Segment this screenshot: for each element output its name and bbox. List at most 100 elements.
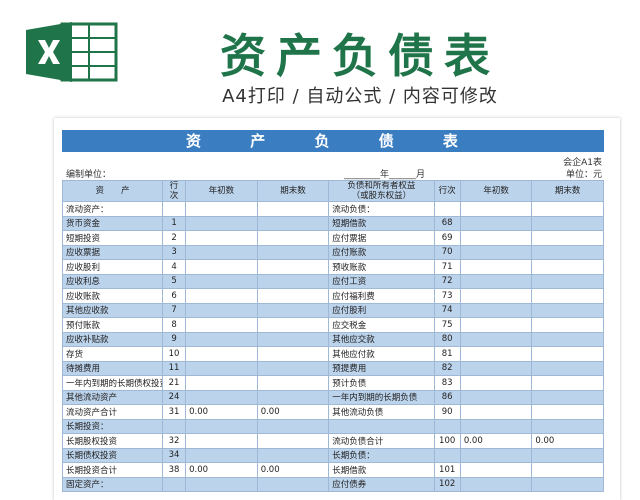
end2-cell[interactable] — [531, 360, 604, 376]
line-cell[interactable]: 6 — [161, 288, 187, 304]
begin2-cell[interactable] — [459, 230, 533, 246]
end-cell[interactable] — [256, 317, 330, 333]
end-cell[interactable] — [256, 346, 330, 362]
line-cell[interactable]: 9 — [161, 331, 187, 347]
end-cell[interactable]: 0.00 — [256, 462, 330, 478]
begin2-cell[interactable] — [459, 389, 533, 405]
asset-cell[interactable]: 其他流动资产 — [62, 389, 163, 405]
end-cell[interactable] — [256, 433, 330, 449]
begin-cell[interactable] — [185, 433, 258, 449]
line2-cell[interactable] — [433, 201, 461, 217]
end2-cell[interactable] — [531, 215, 604, 231]
line-cell[interactable]: 24 — [161, 389, 187, 405]
line-cell[interactable]: 21 — [161, 375, 187, 391]
line-cell[interactable]: 5 — [161, 273, 187, 289]
begin-cell[interactable] — [185, 288, 258, 304]
line-cell[interactable]: 11 — [161, 360, 187, 376]
begin2-cell[interactable] — [459, 288, 533, 304]
asset-cell[interactable]: 短期投资 — [62, 230, 163, 246]
end-cell[interactable] — [256, 418, 330, 434]
liability-cell[interactable]: 应付债券 — [328, 476, 435, 492]
line-cell[interactable]: 38 — [161, 462, 187, 478]
end2-cell[interactable] — [531, 346, 604, 362]
line-cell[interactable]: 31 — [161, 404, 187, 420]
line2-cell[interactable]: 74 — [433, 302, 461, 318]
end-cell[interactable] — [256, 244, 330, 260]
asset-cell[interactable]: 一年内到期的长期债权投资 — [62, 375, 163, 391]
begin2-cell[interactable] — [459, 302, 533, 318]
begin2-cell[interactable] — [459, 462, 533, 478]
line2-cell[interactable]: 83 — [433, 375, 461, 391]
begin2-cell[interactable] — [459, 404, 533, 420]
liability-cell[interactable]: 长期借款 — [328, 462, 435, 478]
asset-cell[interactable]: 存货 — [62, 346, 163, 362]
line-cell[interactable]: 32 — [161, 433, 187, 449]
begin-cell[interactable] — [185, 201, 258, 217]
asset-cell[interactable]: 应收补贴款 — [62, 331, 163, 347]
asset-cell[interactable]: 货币资金 — [62, 215, 163, 231]
line-cell[interactable] — [161, 476, 187, 492]
end2-cell[interactable] — [531, 375, 604, 391]
end-cell[interactable] — [256, 230, 330, 246]
liability-cell[interactable]: 应付票据 — [328, 230, 435, 246]
asset-cell[interactable]: 应收票据 — [62, 244, 163, 260]
liability-cell[interactable]: 流动负债合计 — [328, 433, 435, 449]
line2-cell[interactable]: 81 — [433, 346, 461, 362]
begin-cell[interactable] — [185, 389, 258, 405]
asset-cell[interactable]: 流动资产： — [62, 201, 163, 217]
begin-cell[interactable] — [185, 317, 258, 333]
line-cell[interactable]: 34 — [161, 447, 187, 463]
asset-cell[interactable]: 其他应收款 — [62, 302, 163, 318]
liability-cell[interactable]: 应交税金 — [328, 317, 435, 333]
end-cell[interactable] — [256, 288, 330, 304]
liability-cell[interactable]: 其他应交款 — [328, 331, 435, 347]
begin2-cell[interactable] — [459, 375, 533, 391]
end-cell[interactable] — [256, 476, 330, 492]
end2-cell[interactable] — [531, 331, 604, 347]
liability-cell[interactable]: 应付账款 — [328, 244, 435, 260]
end2-cell[interactable] — [531, 302, 604, 318]
liability-cell[interactable]: 长期负债： — [328, 447, 435, 463]
begin-cell[interactable] — [185, 215, 258, 231]
liability-cell[interactable]: 应付股利 — [328, 302, 435, 318]
end-cell[interactable] — [256, 447, 330, 463]
end2-cell[interactable] — [531, 462, 604, 478]
asset-cell[interactable]: 长期投资： — [62, 418, 163, 434]
asset-cell[interactable]: 应收利息 — [62, 273, 163, 289]
asset-cell[interactable]: 预付账款 — [62, 317, 163, 333]
asset-cell[interactable]: 应收股利 — [62, 259, 163, 275]
end-cell[interactable] — [256, 259, 330, 275]
line-cell[interactable]: 1 — [161, 215, 187, 231]
begin2-cell[interactable] — [459, 273, 533, 289]
end-cell[interactable] — [256, 389, 330, 405]
liability-cell[interactable]: 预提费用 — [328, 360, 435, 376]
end2-cell[interactable]: 0.00 — [531, 433, 604, 449]
begin-cell[interactable] — [185, 346, 258, 362]
begin-cell[interactable] — [185, 375, 258, 391]
line-cell[interactable]: 2 — [161, 230, 187, 246]
begin-cell[interactable] — [185, 273, 258, 289]
line-cell[interactable]: 7 — [161, 302, 187, 318]
end2-cell[interactable] — [531, 404, 604, 420]
asset-cell[interactable]: 长期债权投资 — [62, 447, 163, 463]
end2-cell[interactable] — [531, 259, 604, 275]
begin-cell[interactable] — [185, 418, 258, 434]
end-cell[interactable]: 0.00 — [256, 404, 330, 420]
line-cell[interactable] — [161, 201, 187, 217]
end-cell[interactable] — [256, 302, 330, 318]
liability-cell[interactable]: 预计负债 — [328, 375, 435, 391]
begin2-cell[interactable] — [459, 244, 533, 260]
liability-cell[interactable]: 其他应付款 — [328, 346, 435, 362]
asset-cell[interactable]: 待摊费用 — [62, 360, 163, 376]
line2-cell[interactable]: 75 — [433, 317, 461, 333]
liability-cell[interactable]: 短期借款 — [328, 215, 435, 231]
line-cell[interactable]: 10 — [161, 346, 187, 362]
end2-cell[interactable] — [531, 244, 604, 260]
line2-cell[interactable]: 101 — [433, 462, 461, 478]
line-cell[interactable] — [161, 418, 187, 434]
begin-cell[interactable]: 0.00 — [185, 462, 258, 478]
asset-cell[interactable]: 流动资产合计 — [62, 404, 163, 420]
liability-cell[interactable]: 应付福利费 — [328, 288, 435, 304]
begin2-cell[interactable] — [459, 346, 533, 362]
begin2-cell[interactable] — [459, 317, 533, 333]
